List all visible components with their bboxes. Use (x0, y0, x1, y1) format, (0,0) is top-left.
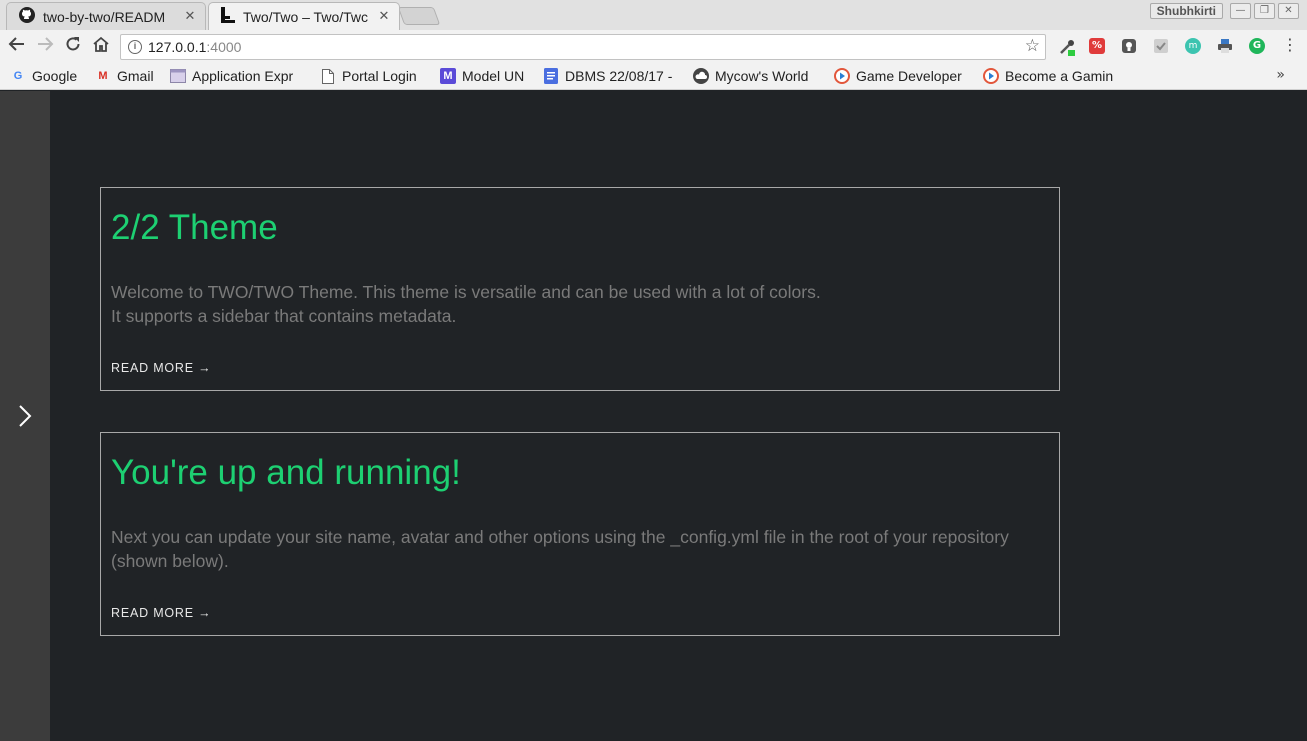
maximize-button[interactable]: ❐ (1254, 3, 1275, 19)
todo-extension-icon[interactable] (1153, 38, 1169, 54)
home-button[interactable] (90, 35, 112, 57)
post-card: 2/2 Theme Welcome to TWO/TWO Theme. This… (100, 187, 1060, 391)
keep-extension-icon[interactable] (1121, 38, 1137, 54)
close-window-button[interactable]: ✕ (1278, 3, 1299, 19)
new-tab-button[interactable] (397, 7, 441, 25)
bookmark-model-un[interactable]: M Model UN (440, 67, 535, 85)
google-icon: G (13, 70, 23, 82)
page-icon (320, 68, 336, 84)
excerpt-line: Next you can update your site name, avat… (111, 527, 1009, 571)
profile-button[interactable]: Shubhkirti (1149, 3, 1223, 19)
forward-button[interactable] (34, 35, 56, 57)
post-title[interactable]: You're up and running! (111, 453, 461, 493)
back-arrow-icon (8, 37, 24, 51)
tab-title: two-by-two/READM (43, 8, 166, 25)
gmail-icon: M (98, 70, 108, 82)
bookmark-star-icon[interactable]: ☆ (1025, 36, 1040, 56)
page-content: 2/2 Theme Welcome to TWO/TWO Theme. This… (0, 91, 1307, 741)
bookmark-portal-login[interactable]: Portal Login (320, 67, 430, 85)
grammarly-extension-icon[interactable]: G (1249, 38, 1265, 54)
back-button[interactable] (6, 35, 28, 57)
info-icon[interactable]: i (128, 40, 142, 54)
cloud-icon (693, 68, 709, 84)
reload-icon (66, 37, 80, 51)
url-text: 127.0.0.1:4000 (148, 39, 242, 55)
mercury-extension-icon[interactable]: m (1185, 38, 1201, 54)
jekyll-theme-icon (221, 6, 235, 27)
browser-toolbar: i 127.0.0.1:4000 ☆ % m G ⋮ (0, 30, 1307, 63)
address-bar[interactable]: i 127.0.0.1:4000 ☆ (120, 34, 1046, 60)
tab-strip: two-by-two/READM ✕ Two/Two – Two/Twc ✕ S… (0, 0, 1307, 30)
bookmark-gmail[interactable]: M Gmail (95, 67, 161, 85)
close-tab-icon[interactable]: ✕ (377, 9, 391, 24)
bookmark-dbms[interactable]: DBMS 22/08/17 - (543, 67, 681, 85)
forward-arrow-icon (38, 37, 54, 51)
menu-dots-icon[interactable]: ⋮ (1282, 37, 1298, 54)
sidebar-toggle-button[interactable] (12, 401, 38, 431)
reload-button[interactable] (62, 35, 84, 57)
minimize-button[interactable]: — (1230, 3, 1251, 19)
sidebar (0, 91, 50, 741)
tab-two-two[interactable]: Two/Two – Two/Twc ✕ (208, 2, 400, 30)
bookmark-mycow[interactable]: Mycow's World (693, 67, 823, 85)
post-card: You're up and running! Next you can upda… (100, 432, 1060, 636)
translate-extension-icon[interactable]: % (1089, 38, 1105, 54)
model-un-icon: M (440, 68, 456, 84)
post-title[interactable]: 2/2 Theme (111, 208, 278, 248)
tab-title: Two/Two – Two/Twc (243, 8, 369, 25)
bookmark-game-developer[interactable]: Game Developer (834, 67, 970, 85)
read-more-link[interactable]: READ MORE → (111, 606, 211, 620)
play-icon (983, 68, 999, 84)
home-icon (93, 36, 109, 52)
post-excerpt: Next you can update your site name, avat… (111, 525, 1046, 573)
eyedropper-extension-icon[interactable] (1058, 38, 1075, 56)
more-bookmarks-icon[interactable]: » (1276, 67, 1285, 83)
post-excerpt: Welcome to TWO/TWO Theme. This theme is … (111, 280, 1046, 328)
bookmark-google[interactable]: G Google (10, 67, 86, 85)
excerpt-line: Welcome to TWO/TWO Theme. This theme is … (111, 282, 821, 302)
excerpt-line: It supports a sidebar that contains meta… (111, 306, 457, 326)
docs-icon (543, 68, 559, 84)
close-tab-icon[interactable]: ✕ (183, 9, 197, 24)
chevron-right-icon (19, 405, 32, 427)
bookmarks-bar: G Google M Gmail Application Expr Portal… (0, 63, 1307, 90)
printer-extension-icon[interactable] (1217, 38, 1233, 54)
github-icon (19, 6, 35, 27)
bookmark-application[interactable]: Application Expr (170, 67, 308, 85)
play-icon (834, 68, 850, 84)
bookmark-become-a-gaming[interactable]: Become a Gamin (983, 67, 1119, 85)
read-more-link[interactable]: READ MORE → (111, 361, 211, 375)
folder-icon (170, 68, 186, 84)
tab-readme[interactable]: two-by-two/READM ✕ (6, 2, 206, 30)
